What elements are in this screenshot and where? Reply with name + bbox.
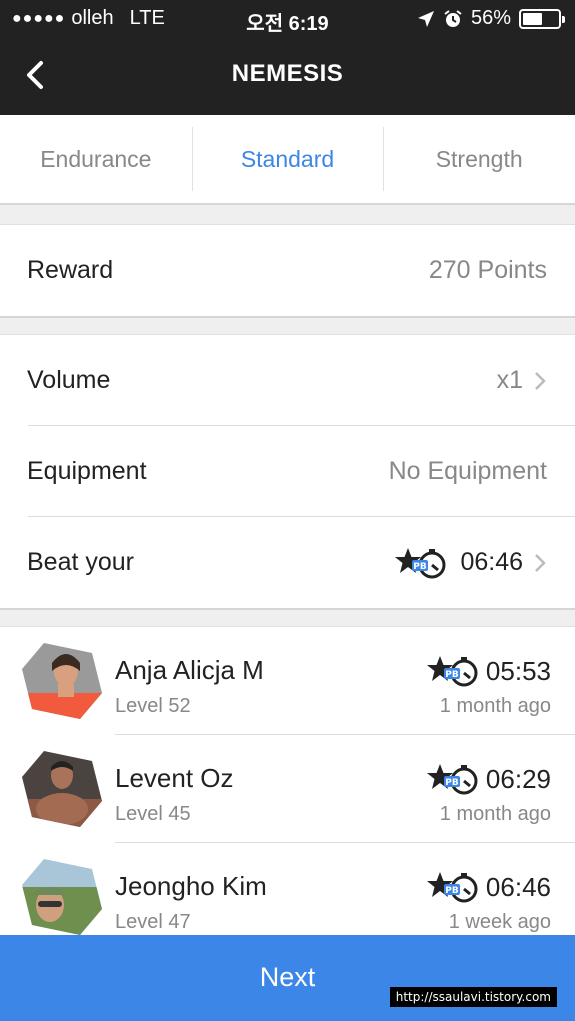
reward-card: Reward 270 Points [0,224,575,318]
player-name: Levent Oz [115,763,234,793]
workout-settings-card: Volume x1 Equipment No Equipment Beat yo… [0,334,575,610]
svg-text:PB: PB [445,778,459,788]
player-name: Jeongho Kim [115,871,267,901]
avatar [22,751,102,827]
personal-best-stopwatch-icon: PB [395,547,446,578]
player-time: 06:29 [485,763,551,794]
player-level: Level 45 [115,803,191,825]
avatar [22,643,102,719]
volume-label: Volume [27,366,111,394]
beat-your-row[interactable]: Beat your PB 06:46 [0,517,575,608]
player-level: Level 52 [115,695,191,717]
reward-label: Reward [27,256,114,284]
beat-your-label: Beat your [27,548,135,576]
battery-percent: 56% [470,7,511,29]
svg-text:PB: PB [445,670,459,680]
leaderboard-list: Anja Alicja M Level 52 PB 05:53 1 month … [0,626,575,956]
leaderboard-row[interactable]: Levent Oz Level 45 PB 06:29 1 month ago [0,735,575,843]
tab-strength[interactable]: Strength [383,115,575,203]
personal-best-stopwatch-icon: PB [426,656,478,687]
player-name: Anja Alicja M [115,655,264,685]
battery-icon [519,8,565,29]
player-time: 06:46 [485,871,551,902]
player-time-ago: 1 month ago [439,695,551,717]
page-title: NEMESIS [231,60,344,87]
reward-value: 270 Points [428,256,547,284]
next-button[interactable]: Next http://ssaulavi.tistory.com [0,935,575,1021]
chevron-right-icon [535,371,546,390]
location-arrow-icon [417,10,434,27]
svg-text:PB: PB [445,886,459,896]
equipment-value: No Equipment [388,457,547,485]
alarm-icon [444,9,462,27]
svg-text:PB: PB [414,562,428,572]
personal-best-stopwatch-icon: PB [426,764,478,795]
avatar [22,859,102,935]
player-time-ago: 1 month ago [439,803,551,825]
equipment-row: Equipment No Equipment [0,426,575,517]
tab-standard[interactable]: Standard [191,115,384,203]
chevron-right-icon [535,553,546,572]
player-time: 05:53 [485,655,551,686]
battery-level [523,12,543,25]
reward-row: Reward 270 Points [0,225,575,316]
leaderboard-row[interactable]: Anja Alicja M Level 52 PB 05:53 1 month … [0,627,575,735]
player-time-ago: 1 week ago [448,911,551,933]
equipment-label: Equipment [27,457,147,485]
personal-best-stopwatch-icon: PB [426,872,478,903]
volume-row[interactable]: Volume x1 [0,335,575,426]
tab-endurance[interactable]: Endurance [0,115,192,203]
nav-bar: NEMESIS [0,36,575,115]
volume-value: x1 [496,366,523,394]
watermark: http://ssaulavi.tistory.com [389,987,557,1007]
difficulty-tabs: Endurance Standard Strength [0,115,575,205]
beat-your-time: 06:46 [460,548,523,576]
player-level: Level 47 [115,911,191,933]
status-bar: ●●●●● olleh LTE 오전 6:19 56% [0,0,575,36]
